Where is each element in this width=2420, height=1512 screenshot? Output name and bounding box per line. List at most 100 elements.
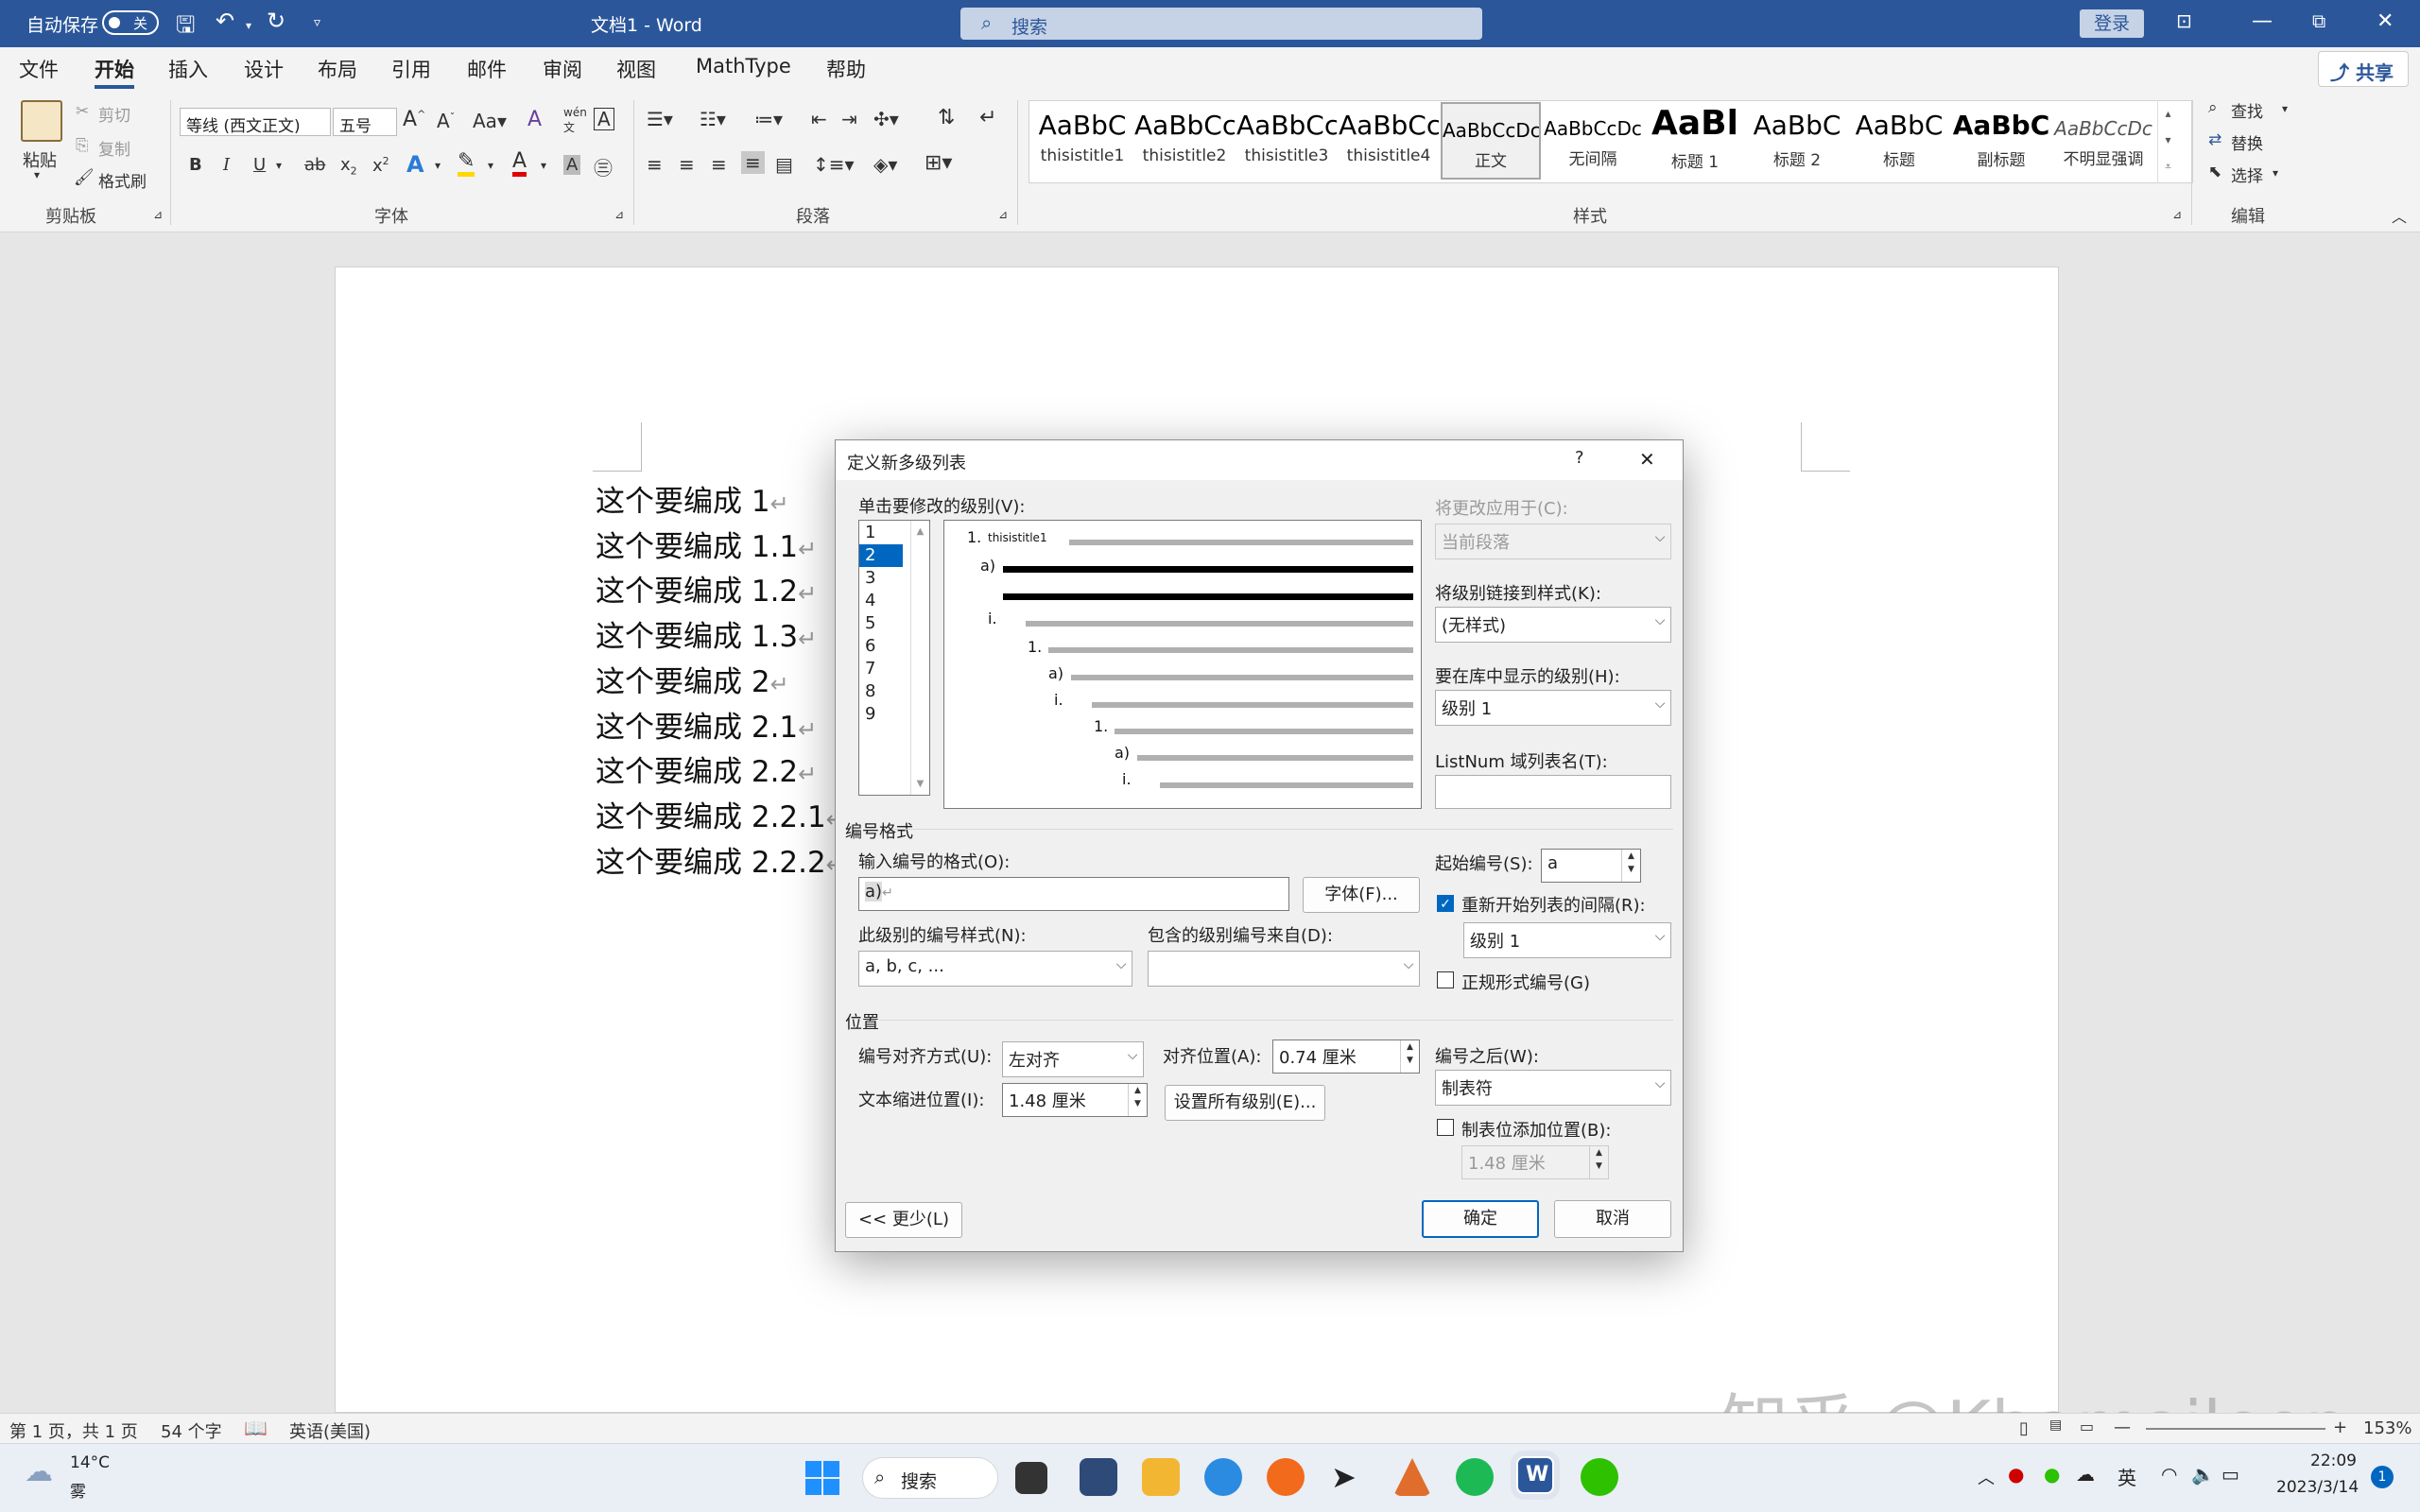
tab-0[interactable]: 文件 — [19, 55, 59, 83]
level-item[interactable]: 6 — [859, 635, 903, 658]
onedrive-icon[interactable]: ☁ — [2076, 1463, 2095, 1486]
show-formatting-icon[interactable]: ↵ — [979, 106, 996, 129]
document-paragraph[interactable]: 这个要编成 1.3↵ — [596, 612, 817, 655]
tab-10[interactable]: 帮助 — [826, 55, 866, 83]
legal-style-checkbox[interactable] — [1437, 971, 1454, 988]
select-dropdown-icon[interactable]: ▾ — [2273, 166, 2278, 180]
select-icon[interactable]: ⬉ — [2208, 163, 2221, 181]
font-size-select[interactable]: 五号 — [333, 108, 397, 136]
level-item[interactable]: 7 — [859, 658, 903, 680]
font-button[interactable]: 字体(F)... — [1303, 877, 1420, 913]
level-item[interactable]: 5 — [859, 612, 903, 635]
start-at-input[interactable]: a ▲ ▼ — [1541, 849, 1641, 883]
sort-icon[interactable]: ⇅ — [938, 106, 955, 129]
find-dropdown-icon[interactable]: ▾ — [2282, 102, 2288, 115]
word-count[interactable]: 54 个字 — [161, 1418, 222, 1443]
align-center-icon[interactable]: ≡ — [679, 153, 695, 176]
change-case-icon[interactable]: Aa▾ — [473, 110, 507, 132]
clock-time[interactable]: 22:09 — [2310, 1452, 2357, 1470]
include-level-select[interactable]: ⌵ — [1148, 951, 1420, 987]
undo-dropdown-icon[interactable]: ▾ — [246, 19, 251, 32]
autosave-toggle[interactable]: 关 — [102, 10, 159, 35]
copy-label[interactable]: 复制 — [98, 136, 130, 160]
document-paragraph[interactable]: 这个要编成 2.1↵ — [596, 703, 817, 746]
justify-icon[interactable]: ≡ — [741, 151, 765, 174]
style-item[interactable]: AaBbC thisistitle1 — [1032, 102, 1132, 180]
spotify-icon[interactable] — [1456, 1458, 1494, 1496]
align-right-icon[interactable]: ≡ — [711, 153, 727, 176]
set-all-levels-button[interactable]: 设置所有级别(E)... — [1165, 1085, 1325, 1121]
dialog-close-icon[interactable]: ✕ — [1639, 448, 1655, 471]
find-icon[interactable]: ⌕ — [2208, 98, 2218, 117]
borders-icon[interactable]: ⊞▾ — [925, 151, 952, 175]
proofing-icon[interactable]: 📖 — [244, 1417, 268, 1439]
format-painter-icon[interactable]: 🖌 — [74, 168, 95, 187]
level-item[interactable]: 2 — [859, 544, 903, 567]
shading-icon[interactable]: ◈▾ — [873, 153, 897, 176]
underline-dropdown-icon[interactable]: ▾ — [276, 159, 282, 172]
redo-icon[interactable]: ↻ — [267, 8, 285, 34]
level-item[interactable]: 8 — [859, 680, 903, 703]
decrease-indent-icon[interactable]: ⇤ — [811, 108, 827, 130]
align-left-icon[interactable]: ≡ — [647, 153, 663, 176]
undo-icon[interactable]: ↶ — [216, 8, 234, 34]
edge-icon[interactable] — [1204, 1458, 1242, 1496]
language-indicator[interactable]: 英语(美国) — [289, 1418, 371, 1443]
volume-icon[interactable]: 🔈 — [2191, 1463, 2215, 1486]
font-launcher-icon[interactable]: ⊿ — [614, 208, 624, 221]
help-button[interactable]: ? — [1575, 448, 1584, 468]
search-box[interactable]: ⌕ 搜索 — [960, 8, 1482, 40]
underline-icon[interactable]: U — [253, 155, 266, 175]
document-paragraph[interactable]: 这个要编成 2.2↵ — [596, 747, 817, 790]
paragraph-launcher-icon[interactable]: ⊿ — [998, 208, 1008, 221]
wechat-icon[interactable] — [1581, 1458, 1618, 1496]
paste-dropdown-icon[interactable]: ▾ — [34, 168, 40, 181]
tab-8[interactable]: 视图 — [616, 55, 656, 83]
highlight-dropdown-icon[interactable]: ▾ — [488, 159, 493, 172]
replace-label[interactable]: 替换 — [2231, 130, 2263, 154]
line-spacing-icon[interactable]: ↕≡▾ — [813, 153, 855, 176]
style-item[interactable]: AaBl 标题 1 — [1645, 102, 1745, 180]
style-item[interactable]: AaBbCcI thisistitle3 — [1236, 102, 1337, 180]
character-border-icon[interactable]: A — [594, 108, 614, 130]
shrink-font-icon[interactable]: Aˇ — [437, 110, 455, 132]
tab-9[interactable]: MathType — [696, 55, 791, 77]
battery-icon[interactable]: ▭ — [2221, 1463, 2239, 1486]
document-paragraph[interactable]: 这个要编成 1.2↵ — [596, 567, 817, 610]
login-button[interactable]: 登录 — [2080, 9, 2144, 38]
level-item[interactable]: 3 — [859, 567, 903, 590]
level-item[interactable]: 1 — [859, 522, 903, 544]
enter-format-input[interactable]: a)↵ — [858, 877, 1289, 911]
web-layout-icon[interactable]: ▭ — [2080, 1418, 2094, 1435]
asian-layout-icon[interactable]: ✣▾ — [873, 108, 899, 130]
zoom-slider[interactable] — [2146, 1428, 2325, 1430]
font-color-icon[interactable]: A — [512, 151, 527, 177]
tab-4[interactable]: 布局 — [318, 55, 357, 83]
select-label[interactable]: 选择 — [2231, 163, 2263, 186]
tab-stop-input[interactable]: 1.48 厘米 ▲ ▼ — [1461, 1145, 1609, 1179]
style-item[interactable]: AaBbCcD thisistitle4 — [1339, 102, 1439, 180]
read-mode-icon[interactable]: ▯ — [2019, 1418, 2029, 1438]
strikethrough-icon[interactable]: ab — [304, 155, 325, 175]
copy-icon[interactable]: ⎘ — [76, 136, 89, 155]
multilevel-list-icon[interactable]: ≔▾ — [754, 108, 783, 130]
gallery-level-select[interactable]: 级别 1 ⌵ — [1435, 690, 1671, 726]
alignment-select[interactable]: 左对齐 ⌵ — [1002, 1041, 1144, 1077]
telegram-icon[interactable]: ➤ — [1331, 1459, 1357, 1495]
collapse-ribbon-icon[interactable]: ︿ — [2392, 204, 2407, 227]
spinner-icon[interactable]: ▲ ▼ — [1400, 1040, 1419, 1073]
subscript-icon[interactable]: x2 — [340, 155, 357, 178]
document-paragraph[interactable]: 这个要编成 2.2.2↵ — [596, 838, 845, 881]
app-cube-icon[interactable] — [1080, 1458, 1117, 1496]
phonetic-guide-icon[interactable]: wén 文 — [563, 106, 587, 135]
close-window-icon[interactable]: ✕ — [2377, 9, 2394, 33]
qq-icon[interactable]: ● — [2008, 1463, 2024, 1486]
font-color-dropdown-icon[interactable]: ▾ — [541, 159, 546, 172]
enclose-characters-icon[interactable]: ㊂ — [594, 153, 613, 180]
document-paragraph[interactable]: 这个要编成 2.2.1↵ — [596, 793, 845, 835]
bullets-icon[interactable]: ☰▾ — [647, 108, 673, 130]
spinner-icon[interactable]: ▲ ▼ — [1589, 1146, 1608, 1178]
document-paragraph[interactable]: 这个要编成 2↵ — [596, 658, 789, 700]
link-style-select[interactable]: (无样式) ⌵ — [1435, 607, 1671, 643]
cut-label[interactable]: 剪切 — [98, 102, 130, 126]
